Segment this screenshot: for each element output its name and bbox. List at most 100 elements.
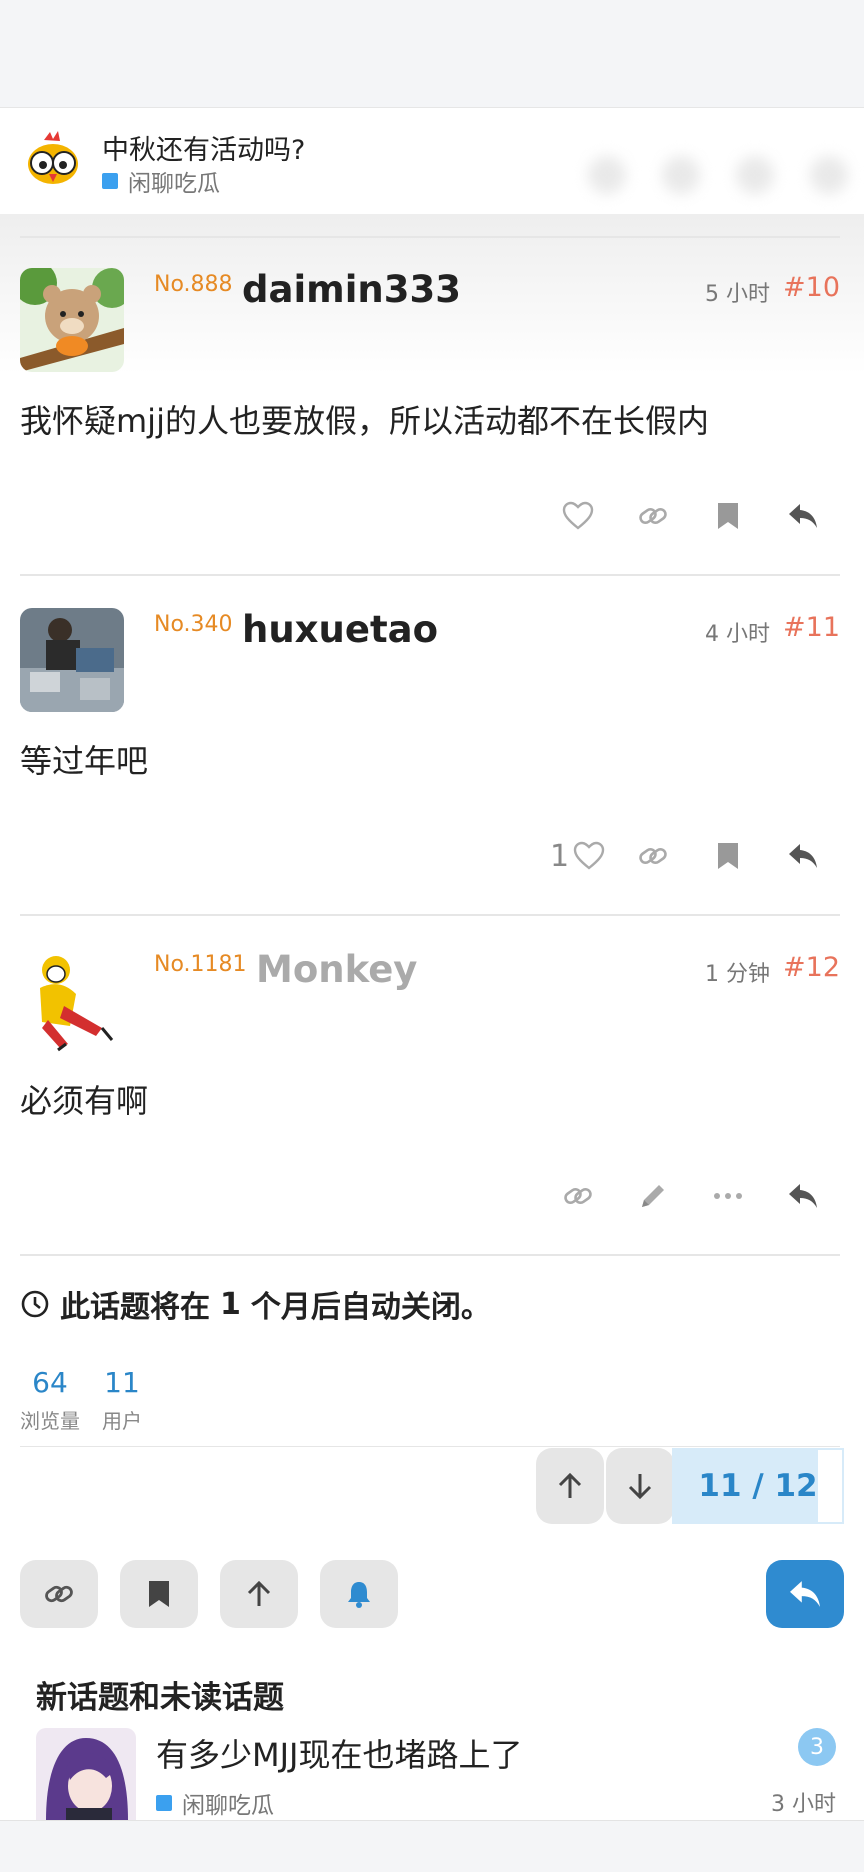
- clock-icon: [21, 1290, 49, 1318]
- divider: [20, 236, 840, 238]
- post-actions: 1: [540, 836, 840, 876]
- reply-icon: [788, 1184, 817, 1208]
- post-navigation: [536, 1448, 674, 1524]
- username[interactable]: daimin333: [242, 268, 461, 311]
- reply-icon: [788, 844, 817, 868]
- reply-icon: [788, 504, 817, 528]
- heart-icon: [562, 501, 593, 530]
- arrow-up-icon: [247, 1580, 271, 1606]
- jump-down-button[interactable]: [606, 1448, 674, 1524]
- link-icon: [638, 847, 667, 865]
- blurred-icon: [588, 156, 626, 194]
- pencil-icon: [641, 1185, 664, 1207]
- divider: [20, 1446, 840, 1447]
- post: No.340 huxuetao 4 小时 #11 等过年吧 1: [20, 608, 840, 908]
- user-level-number: No.1181: [154, 952, 247, 977]
- auto-close-prefix: 此话题将在: [60, 1290, 210, 1325]
- blurred-icon: [736, 156, 774, 194]
- post: No.888 daimin333 5 小时 #10 我怀疑mjj的人也要放假，所…: [20, 268, 840, 568]
- auto-close-suffix: 个月后自动关闭。: [250, 1290, 491, 1325]
- post-actions: [540, 1176, 840, 1216]
- site-logo-icon[interactable]: [22, 130, 84, 192]
- reply-button[interactable]: [765, 836, 840, 876]
- unread-count-badge[interactable]: 3: [798, 1728, 836, 1766]
- divider: [20, 914, 840, 916]
- topic-title[interactable]: 中秋还有活动吗?: [102, 128, 305, 167]
- more-button[interactable]: [690, 1176, 765, 1216]
- stat-users: 11 用户: [102, 1366, 142, 1434]
- category-label: 闲聊吃瓜: [182, 1793, 274, 1819]
- user-level-number: No.340: [154, 612, 233, 637]
- divider: [20, 1254, 840, 1256]
- reply-button[interactable]: [765, 1176, 840, 1216]
- header-actions-blurred: [588, 156, 848, 194]
- like-button[interactable]: 1: [540, 836, 615, 876]
- stat-value: 64: [32, 1366, 68, 1399]
- bookmark-button[interactable]: [690, 836, 765, 876]
- edit-button[interactable]: [615, 1176, 690, 1216]
- post-body: 等过年吧: [20, 742, 149, 780]
- category-color-square: [102, 173, 118, 189]
- topic-category[interactable]: 闲聊吃瓜: [156, 1786, 274, 1820]
- stat-label: 浏览量: [20, 1409, 80, 1433]
- link-icon: [45, 1585, 73, 1603]
- username[interactable]: huxuetao: [242, 608, 438, 651]
- blurred-icon: [662, 156, 700, 194]
- share-link-button[interactable]: [20, 1560, 98, 1628]
- auto-close-notice: 此话题将在 1 个月后自动关闭。: [20, 1282, 491, 1326]
- user-avatar[interactable]: [20, 608, 124, 712]
- user-avatar[interactable]: [20, 948, 124, 1052]
- bookmark-button[interactable]: [690, 496, 765, 536]
- bookmark-icon: [717, 843, 738, 869]
- arrow-down-icon: [628, 1474, 652, 1500]
- like-button[interactable]: [540, 496, 615, 536]
- reply-button[interactable]: [765, 496, 840, 536]
- topic-avatar[interactable]: [36, 1728, 136, 1820]
- bell-icon: [348, 1582, 370, 1608]
- suggested-section-title: 新话题和未读话题: [36, 1680, 284, 1716]
- progress-remaining: [816, 1448, 844, 1524]
- flag-topic-button[interactable]: [220, 1560, 298, 1628]
- stat-label: 用户: [102, 1409, 142, 1433]
- username[interactable]: Monkey: [256, 948, 417, 991]
- bookmark-icon: [149, 1581, 169, 1607]
- topic-category[interactable]: 闲聊吃瓜: [102, 164, 220, 198]
- suggested-topic-item[interactable]: 有多少MJJ现在也堵路上了 闲聊吃瓜 3 3 小时: [36, 1728, 836, 1820]
- notification-button[interactable]: [320, 1560, 398, 1628]
- category-color-square: [156, 1795, 172, 1811]
- post-time[interactable]: 4 小时: [705, 616, 770, 648]
- post-time[interactable]: 5 小时: [705, 276, 770, 308]
- copy-link-button[interactable]: [615, 836, 690, 876]
- category-label: 闲聊吃瓜: [128, 171, 220, 197]
- bookmark-topic-button[interactable]: [120, 1560, 198, 1628]
- post-body: 我怀疑mjj的人也要放假，所以活动都不在长假内: [20, 402, 709, 440]
- jump-up-button[interactable]: [536, 1448, 604, 1524]
- user-avatar[interactable]: [20, 268, 124, 372]
- stat-value: 11: [104, 1366, 140, 1399]
- post: No.1181 Monkey 1 分钟 #12 必须有啊: [20, 948, 840, 1248]
- blurred-icon: [810, 156, 848, 194]
- post-actions: [540, 496, 840, 536]
- post-time[interactable]: 1 分钟: [705, 956, 770, 988]
- topic-title[interactable]: 有多少MJJ现在也堵路上了: [156, 1730, 523, 1776]
- like-count: 1: [549, 838, 570, 874]
- post-number[interactable]: #12: [783, 952, 840, 983]
- topic-activity-time: 3 小时: [771, 1792, 836, 1817]
- bottom-system-bar: [0, 1820, 864, 1872]
- topic-footer-buttons: [20, 1560, 398, 1628]
- stat-views: 64 浏览量: [20, 1366, 80, 1434]
- post-number[interactable]: #10: [783, 272, 840, 303]
- copy-link-button[interactable]: [540, 1176, 615, 1216]
- link-icon: [563, 1187, 592, 1205]
- bookmark-icon: [717, 503, 738, 529]
- reply-topic-button[interactable]: [766, 1560, 844, 1628]
- reply-icon: [790, 1581, 820, 1607]
- topic-header: 中秋还有活动吗? 闲聊吃瓜: [0, 108, 864, 214]
- heart-icon: [573, 841, 605, 870]
- arrow-up-icon: [558, 1472, 582, 1498]
- copy-link-button[interactable]: [615, 496, 690, 536]
- user-level-number: No.888: [154, 272, 233, 297]
- more-icon: [713, 1193, 742, 1199]
- post-number[interactable]: #11: [783, 612, 840, 643]
- divider: [20, 574, 840, 576]
